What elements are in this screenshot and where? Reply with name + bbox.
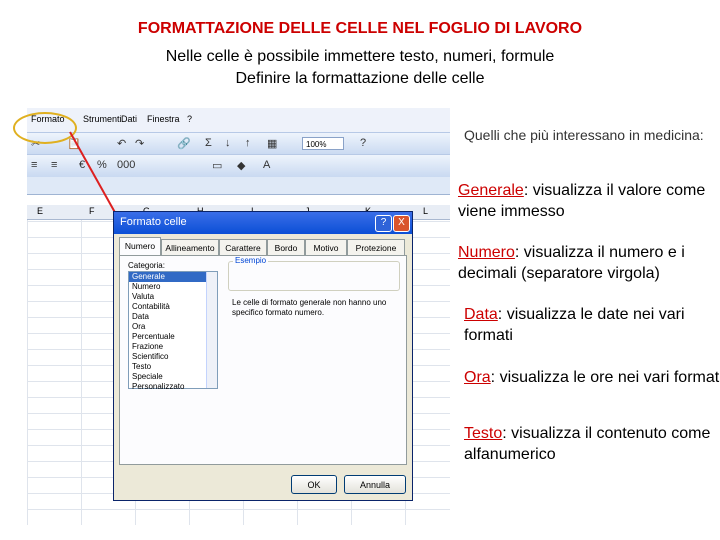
category-item-contabilita[interactable]: Contabilità xyxy=(129,302,217,312)
tab-carattere[interactable]: Carattere xyxy=(219,239,267,256)
tab-allineamento[interactable]: Allineamento xyxy=(161,239,219,256)
category-item-frazione[interactable]: Frazione xyxy=(129,342,217,352)
bullet-keyword: Ora xyxy=(464,369,491,386)
bullet-testo: Testo: visualizza il contenuto come alfa… xyxy=(464,423,720,465)
format-cells-dialog: Formato celle ? X Numero Allineamento Ca… xyxy=(113,211,413,501)
category-item-ora[interactable]: Ora xyxy=(129,322,217,332)
bullet-keyword: Generale xyxy=(458,182,524,199)
dialog-title: Formato celle xyxy=(120,216,187,228)
category-label: Categoria: xyxy=(128,261,165,270)
category-description: Le celle di formato generale non hanno u… xyxy=(232,298,387,317)
tab-protezione[interactable]: Protezione xyxy=(347,239,405,256)
bullet-data: Data: visualizza le date nei vari format… xyxy=(464,304,720,346)
bullet-generale: Generale: visualizza il valore come vien… xyxy=(458,180,718,222)
dialog-help-button[interactable]: ? xyxy=(375,215,392,232)
category-item-generale[interactable]: Generale xyxy=(129,272,217,282)
ok-button[interactable]: OK xyxy=(291,475,337,494)
category-item-speciale[interactable]: Speciale xyxy=(129,372,217,382)
category-item-valuta[interactable]: Valuta xyxy=(129,292,217,302)
category-item-scientifico[interactable]: Scientifico xyxy=(129,352,217,362)
bullet-keyword: Data xyxy=(464,306,498,323)
numero-tab-panel: Categoria: Generale Numero Valuta Contab… xyxy=(119,255,407,465)
category-list[interactable]: Generale Numero Valuta Contabilità Data … xyxy=(128,271,218,392)
tab-bordo[interactable]: Bordo xyxy=(267,239,305,256)
dialog-titlebar[interactable]: Formato celle ? X xyxy=(114,212,412,234)
tab-numero[interactable]: Numero xyxy=(119,237,161,256)
category-item-data[interactable]: Data xyxy=(129,312,217,322)
category-item-testo[interactable]: Testo xyxy=(129,362,217,372)
bullet-keyword: Numero xyxy=(458,244,515,261)
category-scrollbar[interactable] xyxy=(206,272,217,388)
tab-motivo[interactable]: Motivo xyxy=(305,239,347,256)
category-item-percentuale[interactable]: Percentuale xyxy=(129,332,217,342)
category-item-personalizzato[interactable]: Personalizzato xyxy=(129,382,217,392)
example-label: Esempio xyxy=(233,256,269,265)
bullet-numero: Numero: visualizza il numero e i decimal… xyxy=(458,242,718,284)
dialog-close-button[interactable]: X xyxy=(393,215,410,232)
category-item-numero[interactable]: Numero xyxy=(129,282,217,292)
bullet-text: : visualizza le ore nei vari formati xyxy=(490,369,720,386)
bullet-text: : visualizza le date nei vari formati xyxy=(464,306,685,344)
intro-text: Quelli che più interessano in medicina: xyxy=(464,127,704,143)
cancel-button[interactable]: Annulla xyxy=(344,475,406,494)
example-box: Esempio xyxy=(228,256,400,291)
bullet-keyword: Testo xyxy=(464,425,503,442)
bullet-ora: Ora: visualizza le ore nei vari formati xyxy=(464,367,720,388)
